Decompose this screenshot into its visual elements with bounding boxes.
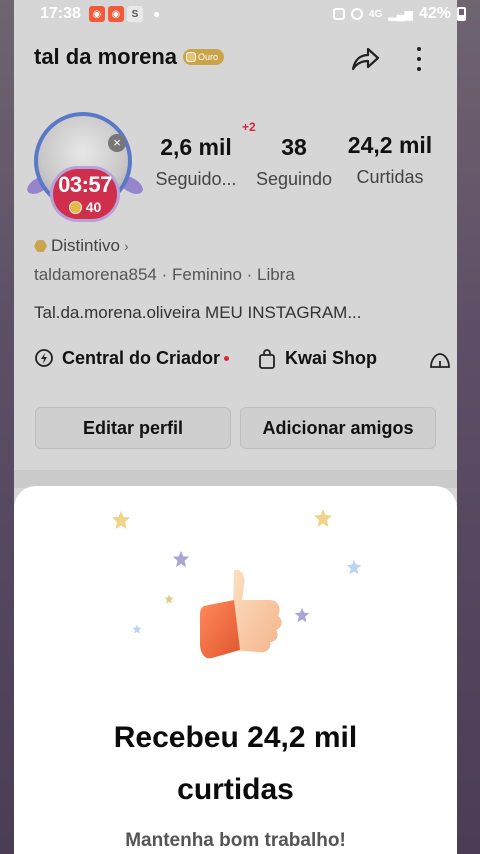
status-time: 17:38 [40, 5, 81, 22]
profile-bio[interactable]: Tal.da.morena.oliveira MEU INSTAGRAM... [34, 303, 362, 323]
likes-achievement-sheet: Recebeu 24,2 mil curtidas Mantenha bom t… [14, 486, 457, 854]
star-icon [314, 509, 332, 527]
kwai-shop-link[interactable]: Kwai Shop [257, 348, 377, 369]
avatar[interactable]: × 03:57 40 [24, 108, 146, 226]
add-friends-button[interactable]: Adicionar amigos [240, 407, 436, 449]
live-timer-badge[interactable]: 03:57 40 [50, 166, 120, 222]
close-icon[interactable]: × [108, 134, 126, 152]
stat-followers[interactable]: 2,6 mil Seguido... [150, 134, 242, 190]
creator-center-link[interactable]: Central do Criador [34, 348, 230, 369]
following-new-badge: +2 [242, 120, 256, 134]
chevron-right-icon: › [123, 238, 129, 254]
star-icon [346, 559, 362, 575]
more-notifications-icon [153, 11, 159, 17]
coin-icon [68, 200, 82, 214]
level-badge[interactable]: Ouro [183, 49, 225, 65]
gem-icon [186, 52, 197, 62]
star-icon [172, 550, 190, 568]
sheet-subtitle: Mantenha bom trabalho! [125, 830, 346, 851]
coin-count: 40 [85, 199, 102, 215]
stat-following[interactable]: 38 Seguindo [250, 134, 338, 190]
star-icon [164, 594, 174, 604]
lock-icon [332, 8, 345, 20]
battery-percent: 42% [418, 5, 451, 22]
distintivo-link[interactable]: Distintivo › [34, 236, 129, 256]
notification-dot [224, 356, 230, 361]
live-timer: 03:57 [58, 172, 112, 197]
more-options-icon[interactable] [412, 44, 426, 74]
dome-icon[interactable] [428, 350, 452, 370]
kwai-notification-icon: ◉ [88, 6, 105, 22]
network-label: 4G [368, 8, 383, 20]
lightning-icon [35, 348, 53, 367]
star-icon [294, 607, 310, 623]
alarm-icon [350, 8, 363, 20]
s-app-icon: S [126, 6, 143, 22]
shopping-bag-icon [259, 348, 275, 369]
edit-profile-button[interactable]: Editar perfil [35, 407, 231, 449]
sheet-title: Recebeu 24,2 mil curtidas [113, 721, 358, 806]
thumbs-up-icon [200, 569, 282, 659]
profile-meta: taldamorena854 · Feminino · Libra [34, 265, 295, 284]
share-icon[interactable] [350, 46, 380, 72]
star-icon [132, 624, 142, 634]
status-bar: 17:38 ◉ ◉ S 4G ▂▄▆ 42% [0, 0, 480, 28]
profile-links: Central do Criador Kwai Shop [34, 348, 405, 369]
profile-header: tal da morena Ouro [34, 44, 225, 70]
stat-likes[interactable]: 24,2 mil Curtidas [340, 132, 440, 188]
battery-icon [457, 7, 466, 21]
kwai-notification-icon-2: ◉ [107, 6, 124, 22]
username: tal da morena [34, 44, 178, 69]
signal-icon: ▂▄▆ [388, 8, 413, 21]
badge-hexagon-icon [34, 240, 47, 252]
star-icon [112, 511, 130, 529]
